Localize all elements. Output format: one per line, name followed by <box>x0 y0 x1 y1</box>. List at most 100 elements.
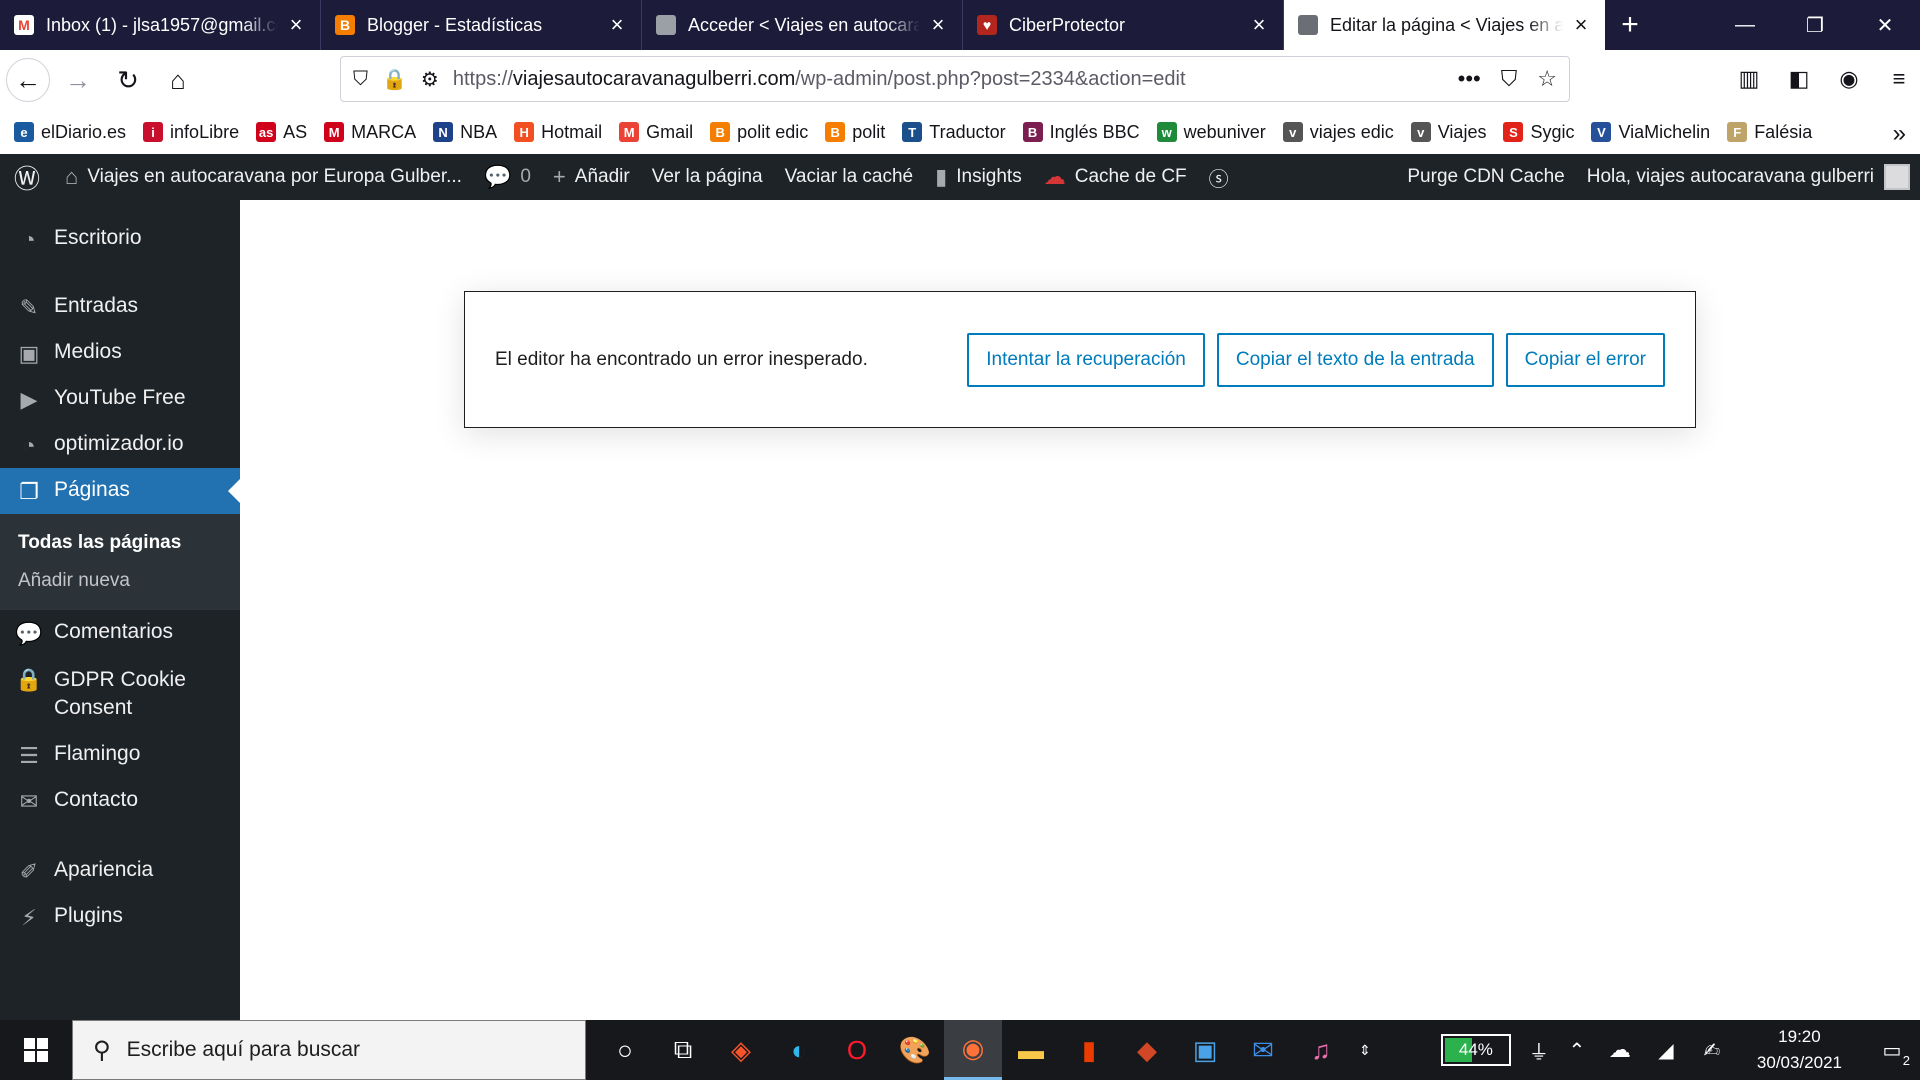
copy-post-text-button[interactable]: Copiar el texto de la entrada <box>1216 332 1494 387</box>
bookmark-item[interactable]: H Hotmail <box>514 122 602 143</box>
clear-cache-link[interactable]: Vaciar la caché <box>774 154 925 200</box>
file-explorer-icon[interactable]: ▬ <box>1002 1020 1060 1080</box>
firefox-icon[interactable]: ◉ <box>944 1020 1002 1080</box>
bookmark-item[interactable]: i infoLibre <box>143 122 239 143</box>
tab-ciberprotector[interactable]: ♥ CiberProtector × <box>963 0 1284 50</box>
menu-icon[interactable]: ≡ <box>1878 58 1920 100</box>
sidebar-item-gauge[interactable]: ◔ optimizador.io <box>0 422 240 468</box>
address-bar[interactable]: ⛉ 🔒 ⚙ https://viajesautocaravanagulberri… <box>340 56 1570 102</box>
account-icon[interactable]: ◉ <box>1828 58 1870 100</box>
tab-acceder[interactable]: Acceder < Viajes en autocaravana × <box>642 0 963 50</box>
edge-browser-icon[interactable]: ◐ <box>770 1020 828 1080</box>
bookmark-item[interactable]: v Viajes <box>1410 122 1486 143</box>
start-button[interactable] <box>0 1020 72 1080</box>
power-plug-icon[interactable]: ⏚ <box>1521 1020 1557 1080</box>
close-icon[interactable]: × <box>1249 12 1269 38</box>
tab-blogger[interactable]: B Blogger - Estadísticas × <box>321 0 642 50</box>
sidebar-toggle-icon[interactable]: ◧ <box>1778 58 1820 100</box>
sidebar-item-comment[interactable]: 💬 Comentarios <box>0 610 240 656</box>
submenu-add-new[interactable]: Añadir nueva <box>0 562 240 600</box>
add-new-link[interactable]: + Añadir <box>542 154 641 200</box>
mail-app-icon[interactable]: ✉ <box>1234 1020 1292 1080</box>
library-icon[interactable]: ▥ <box>1728 58 1770 100</box>
sidebar-item-dashboard[interactable]: ◔ Escritorio <box>0 216 240 262</box>
sidebar-item-mail[interactable]: ✉ Contacto <box>0 778 240 824</box>
store-icon[interactable]: ▣ <box>1176 1020 1234 1080</box>
page-actions-icon[interactable]: ••• <box>1458 66 1481 92</box>
restore-icon[interactable]: ❐ <box>1780 0 1850 50</box>
bookmark-item[interactable]: as AS <box>256 122 307 143</box>
wordpress-logo-icon[interactable]: Ⓦ <box>0 154 54 200</box>
forward-button[interactable]: → <box>56 58 100 102</box>
tab-editar-pagina[interactable]: Editar la página < Viajes en autocaravan… <box>1284 0 1605 50</box>
submenu-all-pages[interactable]: Todas las páginas <box>0 524 240 562</box>
tab-gmail[interactable]: M Inbox (1) - jlsa1957@gmail.com × <box>0 0 321 50</box>
brave-browser-icon[interactable]: ◈ <box>712 1020 770 1080</box>
purge-cdn-link[interactable]: Purge CDN Cache <box>1396 154 1575 200</box>
battery-indicator[interactable]: 44% <box>1440 1034 1511 1066</box>
back-button[interactable]: ← <box>6 58 50 102</box>
wifi-icon[interactable]: ◢ <box>1643 1020 1689 1080</box>
more-bookmarks-icon[interactable]: » <box>1893 120 1906 148</box>
bookmark-item[interactable]: S Sygic <box>1503 122 1574 143</box>
site-name-link[interactable]: ⌂ Viajes en autocaravana por Europa Gulb… <box>54 154 473 200</box>
sidebar-item-pages[interactable]: ❐ Páginas <box>0 468 240 514</box>
home-button[interactable]: ⌂ <box>156 58 200 102</box>
lightning-icon[interactable]: ⓢ <box>1198 154 1240 200</box>
bookmark-item[interactable]: T Traductor <box>902 122 1006 143</box>
pen-icon[interactable]: ✍ <box>1689 1020 1735 1080</box>
onedrive-icon[interactable]: ☁ <box>1597 1020 1643 1080</box>
itunes-icon[interactable]: ♫ <box>1292 1020 1350 1080</box>
bookmark-item[interactable]: B Inglés BBC <box>1022 122 1140 143</box>
sidebar-item-media[interactable]: ▣ Medios <box>0 330 240 376</box>
bookmark-item[interactable]: N NBA <box>433 122 497 143</box>
sidebar-item-pin[interactable]: ✎ Entradas <box>0 284 240 330</box>
close-icon[interactable]: × <box>607 12 627 38</box>
account-greeting[interactable]: Hola, viajes autocaravana gulberri <box>1576 154 1874 200</box>
sidebar-item-brush[interactable]: ✐ Apariencia <box>0 848 240 894</box>
new-tab-button[interactable]: + <box>1605 0 1655 50</box>
close-icon[interactable]: × <box>928 12 948 38</box>
lock-icon[interactable]: 🔒 <box>382 67 407 92</box>
bookmark-star-icon[interactable]: ☆ <box>1537 66 1557 92</box>
task-view-icon[interactable]: ⧉ <box>654 1020 712 1080</box>
cf-cache-link[interactable]: ☁ Cache de CF <box>1033 154 1198 200</box>
insights-link[interactable]: ▮ Insights <box>924 154 1033 200</box>
minimize-icon[interactable]: — <box>1710 0 1780 50</box>
sidebar-item-video[interactable]: ▶ YouTube Free <box>0 376 240 422</box>
paint-icon[interactable]: 🎨 <box>886 1020 944 1080</box>
close-icon[interactable]: × <box>286 12 306 38</box>
taskbar-scroll-icon[interactable]: ⇕ <box>1350 1020 1380 1080</box>
bookmark-item[interactable]: w webuniver <box>1156 122 1266 143</box>
close-window-icon[interactable]: ✕ <box>1850 0 1920 50</box>
sidebar-item-feedback[interactable]: ☰ Flamingo <box>0 732 240 778</box>
bookmark-item[interactable]: V ViaMichelin <box>1591 122 1710 143</box>
comments-link[interactable]: 💬 0 <box>473 154 542 200</box>
bookmark-item[interactable]: M Gmail <box>619 122 693 143</box>
bookmark-item[interactable]: e elDiario.es <box>14 122 126 143</box>
avatar[interactable] <box>1884 164 1910 190</box>
copy-error-button[interactable]: Copiar el error <box>1505 332 1665 387</box>
clock[interactable]: 19:20 30/03/2021 <box>1757 1024 1842 1076</box>
powerpoint-icon[interactable]: ◆ <box>1118 1020 1176 1080</box>
bookmark-item[interactable]: v viajes edic <box>1282 122 1394 143</box>
bookmark-item[interactable]: Bpolit <box>825 122 885 143</box>
opera-browser-icon[interactable]: O <box>828 1020 886 1080</box>
close-icon[interactable]: × <box>1571 12 1591 38</box>
cortana-icon[interactable]: ○ <box>596 1020 654 1080</box>
permissions-icon[interactable]: ⚙ <box>421 67 439 92</box>
view-page-link[interactable]: Ver la página <box>641 154 774 200</box>
bookmark-item[interactable]: M MARCA <box>324 122 416 143</box>
tracking-shield-icon[interactable]: ⛉ <box>353 68 368 91</box>
pocket-icon[interactable]: ⛉ <box>1501 66 1518 92</box>
attempt-recovery-button[interactable]: Intentar la recuperación <box>967 332 1205 387</box>
reload-button[interactable]: ↻ <box>106 58 150 102</box>
chevron-up-icon[interactable]: ⌃ <box>1557 1020 1597 1080</box>
sidebar-item-lock[interactable]: 🔒 GDPR Cookie Consent <box>0 656 240 732</box>
office-icon[interactable]: ▮ <box>1060 1020 1118 1080</box>
sidebar-item-plugin[interactable]: ⚡ Plugins <box>0 894 240 940</box>
taskbar-search-box[interactable]: ⚲ Escribe aquí para buscar <box>72 1020 586 1080</box>
bookmark-item[interactable]: Bpolit edic <box>710 122 808 143</box>
bookmark-item[interactable]: F Falésia <box>1727 122 1812 143</box>
notifications-icon[interactable]: ▭ 2 <box>1864 1020 1920 1080</box>
